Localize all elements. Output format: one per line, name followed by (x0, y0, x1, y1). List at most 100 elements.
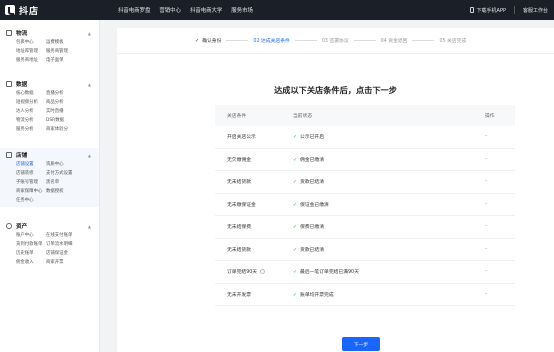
top-right-actions: 下载手机APP 客服工作台 (469, 6, 554, 14)
sidebar-section-header[interactable]: 物流 ▲ (0, 28, 99, 38)
sidebar-item-payment-settings[interactable]: 支付方式设置 (46, 169, 80, 178)
action-cell: – (485, 156, 488, 162)
checkmark-icon: ✓ (293, 180, 298, 186)
sidebar: 物流 ▲ 包裹中心 运费模板 地址库管理 服务商管理 服务商地址 电子面单 数据… (0, 20, 100, 352)
close-store-panel: ✓ 确认身份 02 达成关店条件 03 签署协议 04 资金退回 05 关店完成… (117, 28, 554, 352)
sidebar-section-header[interactable]: 资产 ▲ (0, 221, 99, 231)
sidebar-section-title: 店铺 (16, 153, 28, 159)
sidebar-item-order-flow-details[interactable]: 订单流水明细 (46, 240, 80, 249)
nav-link-compass[interactable]: 抖音电商罗盘 (118, 6, 150, 14)
condition-cell: 无欠缴佣金 (227, 157, 251, 163)
sidebar-section-assets: 资产 ▲ 账户中心 在线支付账单 货到付款账单 订单流水明细 历史账单 店铺保证… (0, 221, 99, 267)
sidebar-item-merchant-invoicing[interactable]: 商家开票 (46, 258, 80, 267)
sidebar-item-history-bills[interactable]: 历史账单 (16, 249, 46, 258)
table-row: 订单完结90天 ✓ 最后一笔订单完结已满90天 – (215, 261, 515, 284)
sidebar-item-cod-bill[interactable]: 货到付款账单 (16, 240, 46, 249)
checkmark-icon: ✓ (293, 157, 298, 163)
sidebar-item-e-waybill[interactable]: 电子面单 (46, 56, 80, 65)
column-header-condition: 关店条件 (227, 114, 247, 119)
status-cell: ✓ 公示已开启 (293, 133, 445, 140)
sidebar-item-task-center[interactable]: 任务中心 (16, 196, 46, 205)
info-icon[interactable] (260, 269, 266, 275)
chart-icon (6, 81, 12, 87)
sidebar-item-provider-management[interactable]: 服务商管理 (46, 47, 80, 56)
page-heading: 达成以下关店条件后，点击下一步 (274, 85, 397, 95)
sidebar-item-live-analysis[interactable]: 直播分析 (46, 89, 80, 98)
status-cell: ✓ 货款已结清 (293, 246, 445, 253)
checkmark-icon: ✓ (195, 37, 200, 44)
sidebar-section-store: 店铺 ▲ 店铺设置 资质中心 店铺装修 支付方式设置 子账号管理 黑名单 商家保… (0, 148, 99, 207)
progress-steps: ✓ 确认身份 02 达成关店条件 03 签署协议 04 资金退回 05 关店完成 (117, 28, 554, 54)
sidebar-item-store-decoration[interactable]: 店铺装修 (16, 169, 46, 178)
action-cell: – (485, 269, 488, 275)
sidebar-section-title: 数据 (16, 82, 28, 88)
step-label: 03 签署协议 (321, 39, 349, 44)
status-text: 公示已开启 (300, 135, 325, 141)
sidebar-item-core-data[interactable]: 核心数据 (16, 89, 46, 98)
chevron-up-icon: ▲ (87, 152, 91, 158)
status-text: 佣金已缴清 (300, 157, 325, 163)
sidebar-item-realtime-live[interactable]: 实时直播 (46, 107, 80, 116)
step-meet-conditions: 02 达成关店条件 (253, 37, 289, 44)
checkmark-icon: ✓ (293, 135, 298, 141)
sidebar-item-short-video-analysis[interactable]: 短视频分析 (16, 98, 46, 107)
checkmark-icon: ✓ (293, 225, 298, 231)
sidebar-item-service-analysis[interactable]: 服务分析 (16, 125, 46, 134)
sidebar-item-qualification-center[interactable]: 资质中心 (46, 160, 80, 169)
nav-link-university[interactable]: 抖音电商大学 (190, 6, 222, 14)
nav-link-service-market[interactable]: 服务市场 (231, 6, 253, 14)
status-cell: ✓ 货款已结清 (293, 178, 445, 185)
step-label: 04 资金退回 (380, 39, 408, 44)
sidebar-item-logistics-analysis[interactable]: 物流分析 (16, 116, 46, 125)
step-connector (226, 40, 249, 41)
table-row: 开启关店公示 ✓ 公示已开启 – (215, 126, 515, 149)
step-label: 05 关店完成 (439, 39, 467, 44)
logo-text: 抖店 (19, 6, 40, 17)
sidebar-item-commission-income[interactable]: 佣金收入 (16, 258, 46, 267)
status-cell: ✓ 账单均开票完成 (293, 291, 445, 298)
sidebar-section-header[interactable]: 数据 ▲ (0, 79, 99, 89)
sidebar-section-logistics: 物流 ▲ 包裹中心 运费模板 地址库管理 服务商管理 服务商地址 电子面单 (0, 28, 99, 65)
next-step-button[interactable]: 下一步 (342, 337, 380, 351)
table-row: 无欠缴佣金 ✓ 佣金已缴清 – (215, 149, 515, 171)
chevron-up-icon: ▲ (87, 223, 91, 229)
nav-link-marketing[interactable]: 营销中心 (159, 6, 181, 14)
sidebar-item-blacklist[interactable]: 黑名单 (46, 178, 80, 187)
app-logo[interactable]: 抖店 (0, 4, 100, 17)
sidebar-item-provider-address[interactable]: 服务商地址 (16, 56, 46, 65)
sidebar-item-shipping-template[interactable]: 运费模板 (46, 38, 80, 47)
sidebar-item-store-settings[interactable]: 店铺设置 (16, 160, 46, 169)
sidebar-item-data-authorization[interactable]: 数据授权 (46, 187, 80, 196)
sidebar-item-account-center[interactable]: 账户中心 (16, 231, 46, 240)
download-app-link[interactable]: 下载手机APP (469, 7, 506, 14)
sidebar-item-dsr-data[interactable]: DSR数据 (46, 116, 80, 125)
action-cell: – (485, 246, 488, 252)
sidebar-item-parcel-center[interactable]: 包裹中心 (16, 38, 46, 47)
chevron-up-icon: ▲ (87, 30, 91, 36)
status-text: 账单均开票完成 (300, 292, 334, 298)
sidebar-item-merchant-experience-score[interactable]: 商家体验分 (46, 125, 80, 134)
status-cell: ✓ 保证金已缴清 (293, 201, 445, 208)
sidebar-item-online-payment-bill[interactable]: 在线支付账单 (46, 231, 80, 240)
sidebar-section-data: 数据 ▲ 核心数据 直播分析 短视频分析 商品分析 达人分析 实时直播 物流分析… (0, 79, 99, 134)
sidebar-item-store-deposit[interactable]: 店铺保证金 (46, 249, 80, 258)
divider (513, 6, 515, 14)
status-text: 货款已结清 (300, 180, 325, 186)
phone-icon (469, 7, 474, 13)
sidebar-item-creator-analysis[interactable]: 达人分析 (16, 107, 46, 116)
sidebar-item-sub-account-management[interactable]: 子账号管理 (16, 178, 46, 187)
sidebar-item-merchant-protection-center[interactable]: 商家保障中心 (16, 187, 46, 196)
store-icon (6, 152, 12, 158)
checkmark-icon: ✓ (293, 247, 298, 253)
checkmark-icon: ✓ (293, 292, 298, 298)
status-text: 最后一笔订单完结已满90天 (300, 270, 359, 276)
step-funds-return: 04 资金退回 (381, 37, 408, 44)
customer-service-workbench-link[interactable]: 客服工作台 (523, 7, 548, 14)
sidebar-item-address-book[interactable]: 地址库管理 (16, 47, 46, 56)
sidebar-item-product-analysis[interactable]: 商品分析 (46, 98, 80, 107)
sidebar-section-title: 物流 (16, 31, 28, 37)
table-row: 无未结货款 ✓ 货款已结清 – (215, 239, 515, 261)
table-header: 关店条件 当前状态 操作 (215, 105, 515, 126)
table-row: 无未结货款 ✓ 货款已结清 – (215, 171, 515, 194)
sidebar-section-header[interactable]: 店铺 ▲ (0, 150, 99, 160)
